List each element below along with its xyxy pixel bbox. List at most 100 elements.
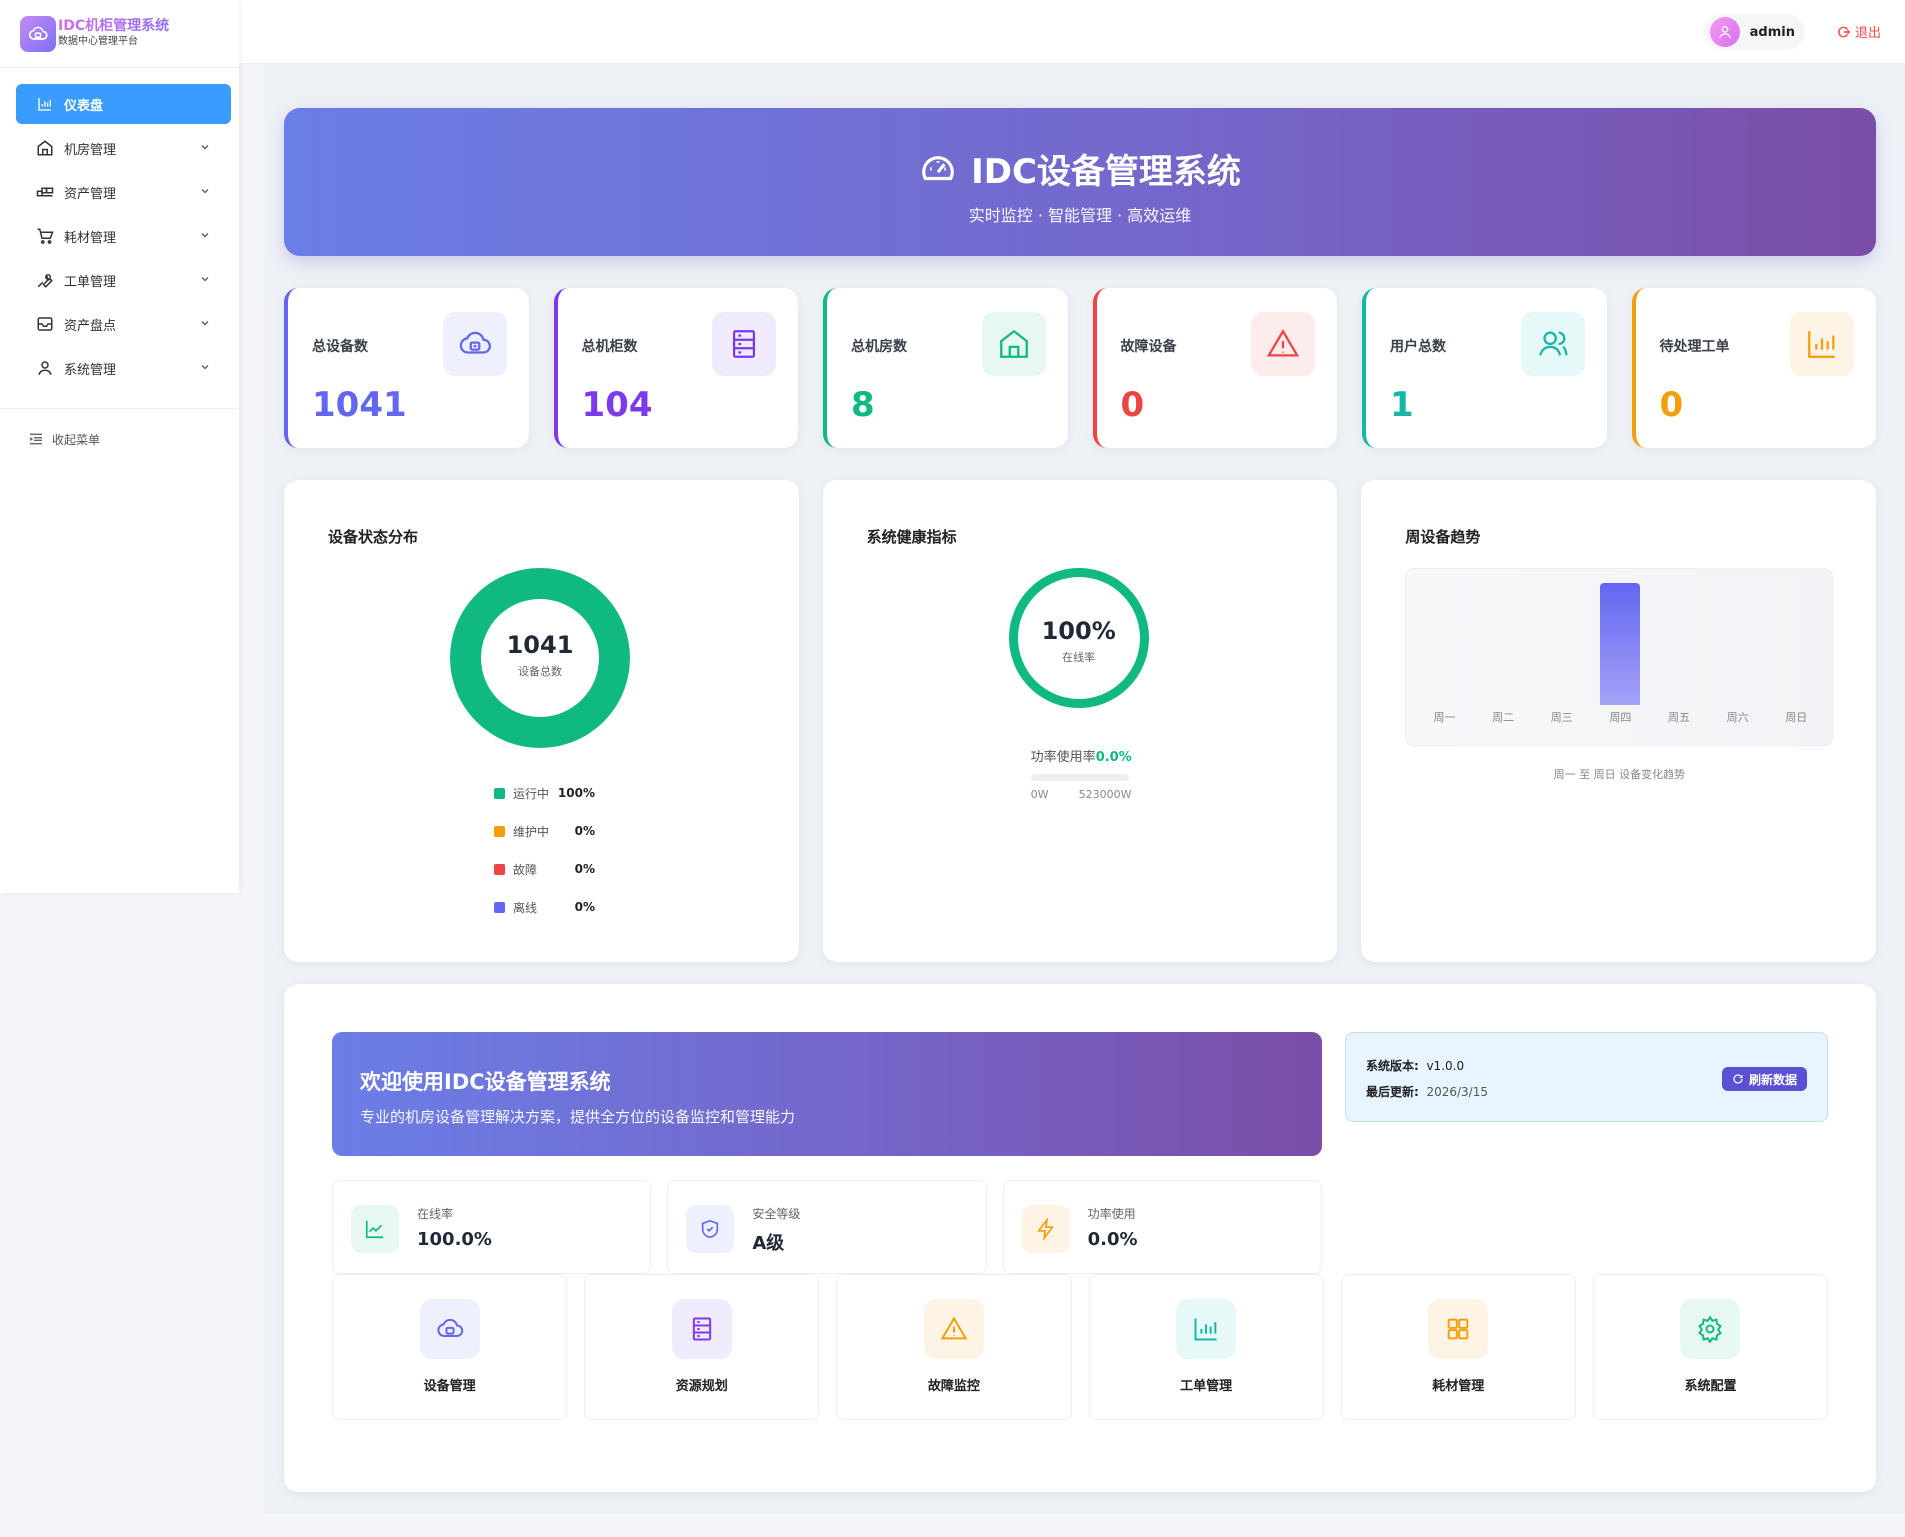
- inbox-icon: [36, 315, 54, 333]
- sidebar-item-label: 资产盘点: [64, 318, 117, 334]
- power-value: 0.0%: [1095, 750, 1132, 765]
- donut-total: 1041: [506, 631, 574, 659]
- legend-value: 100%: [557, 786, 595, 800]
- sidebar-item-consumables[interactable]: 耗材管理: [16, 216, 231, 256]
- logo-icon: [20, 15, 56, 52]
- chevron-down-icon: [199, 141, 211, 157]
- stat-value: 1041: [312, 385, 407, 425]
- quick-link-label: 耗材管理: [1432, 1379, 1485, 1394]
- server-rack-icon: [712, 312, 776, 376]
- stat-card-faults: 故障设备 0: [1092, 288, 1337, 448]
- sidebar-item-room[interactable]: 机房管理: [16, 128, 231, 168]
- version-value: v1.0.0: [1426, 1059, 1465, 1073]
- quick-link-label: 工单管理: [1180, 1379, 1233, 1394]
- trend-x-tick-label: 周一: [1433, 711, 1456, 724]
- legend-name: 故障: [513, 862, 538, 877]
- metric-label: 在线率: [417, 1207, 454, 1221]
- trend-x-tick-label: 周五: [1667, 711, 1690, 724]
- user-menu[interactable]: admin: [1703, 14, 1805, 50]
- status-donut-chart: 1041 设备总数: [450, 568, 630, 748]
- quick-link-label: 设备管理: [423, 1379, 476, 1394]
- sidebar-item-assets[interactable]: 资产管理: [16, 172, 231, 212]
- server-rack-icon: [671, 1299, 732, 1359]
- quick-link-device-management[interactable]: 设备管理: [332, 1274, 568, 1420]
- status-legend: 运行中 100% 维护中 0% 故障 0% 离线 0%: [494, 774, 595, 926]
- sidebar-item-label: 仪表盘: [64, 98, 104, 114]
- quick-link-fault-monitoring[interactable]: 故障监控: [836, 1274, 1072, 1420]
- legend-swatch: [494, 787, 505, 799]
- legend-swatch: [494, 901, 505, 913]
- warning-icon: [923, 1299, 984, 1359]
- stat-label: 故障设备: [1120, 339, 1177, 355]
- stat-value: 0: [1120, 385, 1145, 425]
- stat-value: 1: [1390, 385, 1414, 425]
- trend-panel: 周设备趋势 周一 周二 周三 周四 周五 周六 周日 周一 至 周日 设备变化趋势: [1361, 480, 1877, 962]
- house-icon: [981, 312, 1046, 376]
- health-panel: 系统健康指标 100% 在线率 功率使用率0.0% 0W 523000W: [822, 480, 1338, 962]
- status-panel: 设备状态分布 1041 设备总数 运行中 100% 维护中 0% 故障 0% 离…: [284, 480, 799, 962]
- welcome-card: 欢迎使用IDC设备管理系统 专业的机房设备管理解决方案，提供全方位的设备监控和管…: [284, 984, 1876, 1492]
- legend-item: 故障 0%: [494, 850, 595, 888]
- grid-icon: [1428, 1299, 1489, 1359]
- logout-button[interactable]: 退出: [1837, 22, 1881, 41]
- stat-label: 待处理工单: [1659, 339, 1730, 355]
- chevron-down-icon: [199, 317, 211, 333]
- updated-line: 最后更新: 2026/3/15: [1366, 1083, 1488, 1100]
- stat-card-rooms: 总机房数 8: [823, 288, 1068, 448]
- quick-link-system-config[interactable]: 系统配置: [1592, 1274, 1829, 1420]
- sidebar-item-dashboard[interactable]: 仪表盘: [16, 84, 231, 124]
- legend-swatch: [494, 825, 505, 837]
- sidebar-item-workorders[interactable]: 工单管理: [16, 260, 231, 300]
- stat-label: 总机柜数: [581, 339, 638, 355]
- gear-icon: [1680, 1299, 1741, 1359]
- wrench-icon: [36, 271, 54, 289]
- welcome-subtitle: 专业的机房设备管理解决方案，提供全方位的设备监控和管理能力: [360, 1108, 796, 1126]
- sidebar-item-label: 机房管理: [64, 142, 117, 158]
- boxes-icon: [36, 183, 54, 201]
- quick-link-consumables[interactable]: 耗材管理: [1340, 1274, 1576, 1420]
- weekly-trend-chart: 周一 周二 周三 周四 周五 周六 周日: [1405, 568, 1834, 746]
- lightning-icon: [1021, 1205, 1070, 1253]
- hero-banner: IDC设备管理系统 实时监控 · 智能管理 · 高效运维: [284, 108, 1876, 256]
- logo: IDC机柜管理系统 数据中心管理平台: [0, 0, 239, 68]
- panels: 设备状态分布 1041 设备总数 运行中 100% 维护中 0% 故障 0% 离…: [284, 480, 1877, 962]
- panel-title: 设备状态分布: [328, 528, 419, 546]
- quick-link-label: 系统配置: [1684, 1379, 1737, 1394]
- hero-title: IDC设备管理系统: [971, 152, 1241, 192]
- legend-item: 维护中 0%: [494, 812, 595, 850]
- legend-swatch: [494, 863, 505, 875]
- legend-name: 运行中: [513, 786, 550, 801]
- updated-value: 2026/3/15: [1426, 1085, 1488, 1099]
- sidebar-item-label: 系统管理: [64, 362, 117, 378]
- refresh-data-button[interactable]: 刷新数据: [1721, 1067, 1807, 1091]
- welcome-banner: 欢迎使用IDC设备管理系统 专业的机房设备管理解决方案，提供全方位的设备监控和管…: [332, 1032, 1322, 1156]
- shield-icon: [686, 1205, 735, 1253]
- warning-icon: [1251, 312, 1315, 376]
- cart-icon: [36, 227, 54, 245]
- legend-item: 运行中 100%: [494, 774, 595, 812]
- username: admin: [1749, 24, 1795, 40]
- avatar: [1709, 17, 1740, 47]
- power-label-text: 功率使用率: [1030, 750, 1096, 765]
- legend-value: 0%: [574, 862, 595, 876]
- collapse-label: 收起菜单: [52, 432, 101, 447]
- version-line: 系统版本: v1.0.0: [1366, 1057, 1464, 1074]
- app-subtitle: 数据中心管理平台: [58, 36, 138, 47]
- cloud-server-icon: [419, 1299, 480, 1359]
- sidebar-item-inventory[interactable]: 资产盘点: [16, 304, 231, 344]
- collapse-menu-button[interactable]: 收起菜单: [0, 409, 239, 469]
- sidebar-item-system[interactable]: 系统管理: [16, 348, 231, 388]
- stat-card-cabinets: 总机柜数 104: [553, 288, 798, 448]
- sidebar-item-label: 耗材管理: [64, 230, 117, 246]
- online-rate-ring: 100% 在线率: [1008, 568, 1149, 708]
- refresh-label: 刷新数据: [1748, 1072, 1797, 1087]
- quick-links: 设备管理 资源规划 故障监控 工单管理 耗材管理 系统配置: [332, 1274, 1829, 1420]
- welcome-title: 欢迎使用IDC设备管理系统: [360, 1070, 611, 1094]
- legend-value: 0%: [574, 824, 595, 838]
- trend-x-tick-label: 周三: [1550, 711, 1573, 724]
- panel-title: 系统健康指标: [866, 528, 957, 546]
- quick-link-resource-planning[interactable]: 资源规划: [584, 1274, 820, 1420]
- metric-value: A级: [752, 1233, 785, 1254]
- power-max: 523000W: [1078, 788, 1132, 801]
- quick-link-work-orders[interactable]: 工单管理: [1088, 1274, 1324, 1420]
